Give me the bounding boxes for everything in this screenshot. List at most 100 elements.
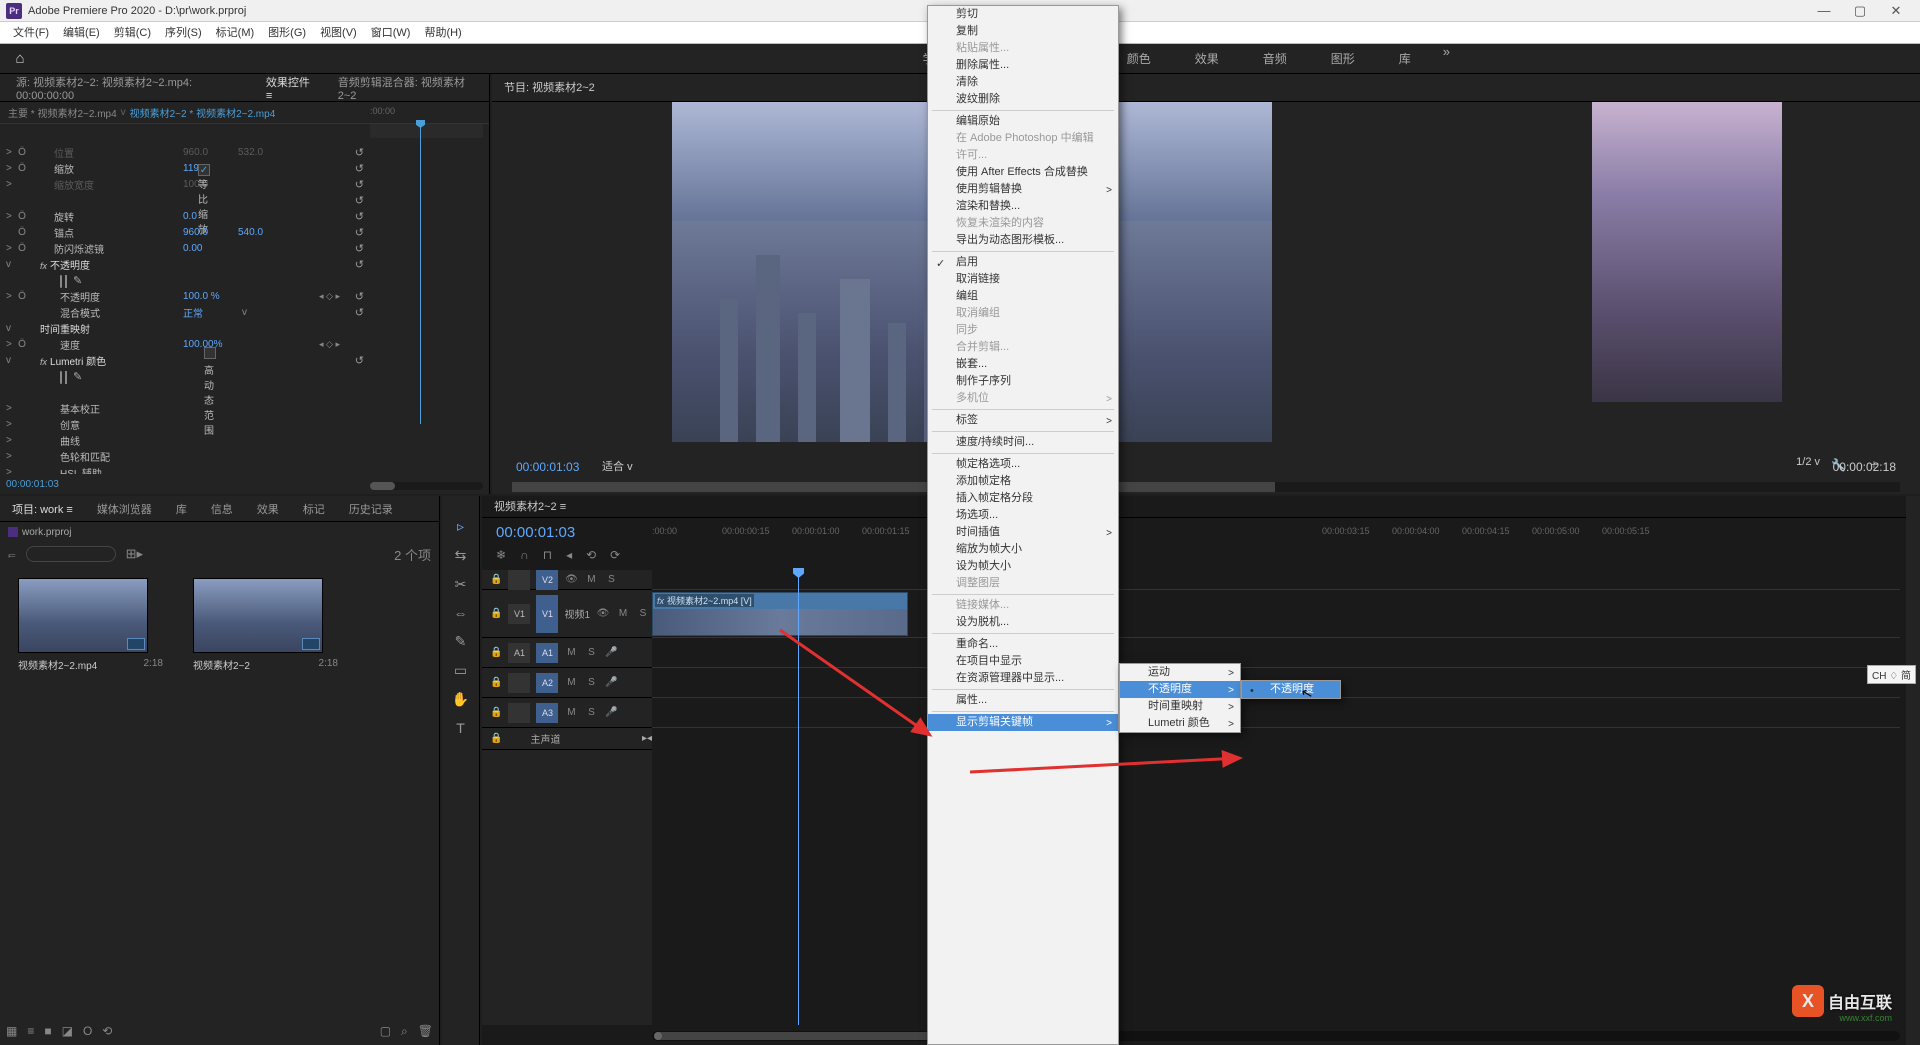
property-row[interactable]: >Ö防闪烁滤镜0.00↺ bbox=[0, 240, 370, 256]
effect-controls-properties[interactable]: >Ö位置960.0532.0↺>Ö缩放119.0↺> 缩放宽度100.0↺ 等比… bbox=[0, 144, 370, 474]
menu-item[interactable]: 属性... bbox=[928, 692, 1118, 709]
menu-item[interactable]: 导出为动态图形模板... bbox=[928, 232, 1118, 249]
menu-item[interactable]: 时间重映射> bbox=[1120, 698, 1240, 715]
project-tab[interactable]: 效果 bbox=[245, 501, 291, 517]
timeline-timecode[interactable]: 00:00:01:03 bbox=[496, 524, 575, 541]
close-button[interactable]: ✕ bbox=[1878, 0, 1914, 22]
context-menu[interactable]: 剪切复制粘贴属性...删除属性...清除波纹删除编辑原始在 Adobe Phot… bbox=[927, 5, 1119, 1045]
menu-item[interactable]: 序列(S) bbox=[158, 22, 209, 44]
menu-item[interactable]: 窗口(W) bbox=[364, 22, 418, 44]
footer-icon[interactable]: ⟲ bbox=[102, 1024, 112, 1038]
timeline-clip[interactable]: 视频素材2~2.mp4 [V] bbox=[652, 592, 908, 636]
menu-item[interactable]: 嵌套... bbox=[928, 356, 1118, 373]
video-track-header[interactable]: 🔒V2👁MS bbox=[482, 570, 652, 590]
ime-indicator[interactable]: CH ♢ 简 bbox=[1867, 665, 1916, 684]
master-track[interactable]: 🔒主声道▸◂ bbox=[482, 728, 652, 750]
filter-icon[interactable]: ⫭ bbox=[8, 546, 16, 562]
menu-item[interactable]: 在项目中显示 bbox=[928, 653, 1118, 670]
menu-item[interactable]: 标记(M) bbox=[209, 22, 262, 44]
workspace-overflow[interactable]: » bbox=[1433, 44, 1460, 74]
ec-timecode[interactable]: 00:00:01:03 bbox=[6, 479, 59, 490]
search-input[interactable] bbox=[26, 546, 116, 562]
property-row[interactable]: v 不透明度↺ bbox=[0, 256, 370, 272]
property-row[interactable]: v 时间重映射 bbox=[0, 320, 370, 336]
menu-item[interactable]: 复制 bbox=[928, 23, 1118, 40]
menu-item[interactable]: 速度/持续时间... bbox=[928, 434, 1118, 451]
ec-playhead[interactable] bbox=[420, 124, 428, 424]
property-row[interactable] bbox=[0, 272, 370, 288]
tl-tool-icon[interactable]: ⊓ bbox=[543, 548, 552, 562]
maximize-button[interactable]: ▢ bbox=[1842, 0, 1878, 22]
effect-controls-tabs[interactable]: 源: 视频素材2~2: 视频素材2~2.mp4: 00:00:00:00效果控件… bbox=[0, 74, 489, 102]
property-row[interactable]: >Ö位置960.0532.0↺ bbox=[0, 144, 370, 160]
menu-item[interactable]: Lumetri 颜色> bbox=[1120, 715, 1240, 732]
menu-item[interactable]: 编辑(E) bbox=[56, 22, 107, 44]
context-submenu-keyframes[interactable]: 运动>不透明度>时间重映射>Lumetri 颜色> bbox=[1119, 663, 1241, 733]
tl-tool-icon[interactable]: ❄ bbox=[496, 548, 506, 562]
property-row[interactable]: > 曲线 bbox=[0, 432, 370, 448]
menu-item[interactable]: 编组 bbox=[928, 288, 1118, 305]
menu-item[interactable]: 取消链接 bbox=[928, 271, 1118, 288]
menu-item[interactable]: 缩放为帧大小 bbox=[928, 541, 1118, 558]
bin-item[interactable]: 视频素材2~2.mp42:18 bbox=[18, 578, 163, 669]
footer-icon[interactable]: ◪ bbox=[62, 1024, 73, 1038]
minimize-button[interactable]: — bbox=[1806, 0, 1842, 22]
audio-track-header[interactable]: 🔒A1A1MS🎤 bbox=[482, 638, 652, 668]
project-tab[interactable]: 项目: work ≡ bbox=[0, 501, 85, 517]
menu-item[interactable]: 清除 bbox=[928, 74, 1118, 91]
footer-icon[interactable]: O bbox=[83, 1024, 92, 1038]
property-row[interactable]: 等比缩放↺ bbox=[0, 192, 370, 208]
workspace-tab[interactable]: 图形 bbox=[1309, 44, 1377, 74]
menu-item[interactable]: 波纹删除 bbox=[928, 91, 1118, 108]
project-footer[interactable]: ▦≡■◪O⟲▢⌕🗑 bbox=[6, 1021, 433, 1041]
footer-icon[interactable]: ≡ bbox=[27, 1024, 34, 1038]
property-row[interactable]: 高动态范围 bbox=[0, 384, 370, 400]
property-row[interactable]: 混合模式正常v↺ bbox=[0, 304, 370, 320]
tl-tool-icon[interactable]: ◂ bbox=[566, 548, 572, 562]
menu-item[interactable]: 使用 After Effects 合成替换 bbox=[928, 164, 1118, 181]
ec-tab[interactable]: 源: 视频素材2~2: 视频素材2~2.mp4: 00:00:00:00 bbox=[6, 74, 256, 102]
audio-track-header[interactable]: 🔒A3MS🎤 bbox=[482, 698, 652, 728]
menu-item[interactable]: 剪切 bbox=[928, 6, 1118, 23]
video-track-header[interactable]: 🔒V1V1视频1👁MS bbox=[482, 590, 652, 638]
program-scrubber[interactable] bbox=[512, 482, 1900, 492]
project-toolbar[interactable]: ⫭ ⊞▸ 2 个项 bbox=[0, 542, 439, 566]
timeline-ruler[interactable]: :00:0000:00:00:1500:00:01:0000:00:01:150… bbox=[652, 524, 1900, 540]
menu-item[interactable]: 运动> bbox=[1120, 664, 1240, 681]
tl-tool-icon[interactable]: ⟲ bbox=[586, 548, 596, 562]
footer-icon[interactable]: 🗑 bbox=[418, 1024, 433, 1038]
timeline-playhead[interactable] bbox=[798, 570, 799, 1025]
menu-item[interactable]: 剪辑(C) bbox=[107, 22, 158, 44]
property-row[interactable]: > HSL 辅助 bbox=[0, 464, 370, 474]
menu-item[interactable]: 渲染和替换... bbox=[928, 198, 1118, 215]
program-scale-dropdown[interactable]: 1/2 v bbox=[1796, 456, 1820, 468]
tool-button[interactable]: ⇔ bbox=[454, 605, 468, 621]
tool-button[interactable]: ✋ bbox=[452, 691, 469, 708]
workspace-tab[interactable]: 音频 bbox=[1241, 44, 1309, 74]
workspace-tab[interactable]: 库 bbox=[1377, 44, 1433, 74]
project-tab[interactable]: 库 bbox=[164, 501, 199, 517]
program-fit-dropdown[interactable]: 适合 v bbox=[602, 458, 633, 474]
menu-item[interactable]: 编辑原始 bbox=[928, 113, 1118, 130]
menu-item[interactable]: 插入帧定格分段 bbox=[928, 490, 1118, 507]
project-tab[interactable]: 媒体浏览器 bbox=[85, 501, 164, 517]
menu-item[interactable]: 不透明度> bbox=[1120, 681, 1240, 698]
menu-item[interactable]: 视图(V) bbox=[313, 22, 364, 44]
track-headers[interactable]: 🔒V2👁MS🔒V1V1视频1👁MS🔒A1A1MS🎤🔒A2MS🎤🔒A3MS🎤🔒主声… bbox=[482, 570, 652, 1025]
menu-item[interactable]: 在资源管理器中显示... bbox=[928, 670, 1118, 687]
menu-item[interactable]: 重命名... bbox=[928, 636, 1118, 653]
menu-item[interactable]: 删除属性... bbox=[928, 57, 1118, 74]
property-row[interactable]: >Ö旋转0.0↺ bbox=[0, 208, 370, 224]
menu-item[interactable]: 场选项... bbox=[928, 507, 1118, 524]
home-icon[interactable]: ⌂ bbox=[0, 44, 40, 74]
footer-icon[interactable]: ⌕ bbox=[401, 1024, 408, 1039]
menu-item[interactable]: 帧定格选项... bbox=[928, 456, 1118, 473]
footer-icon[interactable]: ▢ bbox=[380, 1024, 391, 1038]
menu-item[interactable]: ✓启用 bbox=[928, 254, 1118, 271]
context-submenu-opacity[interactable]: •不透明度 bbox=[1241, 680, 1341, 699]
bin-item[interactable]: 视频素材2~22:18 bbox=[193, 578, 338, 669]
property-row[interactable]: Ö锚点960.0540.0↺ bbox=[0, 224, 370, 240]
tool-button[interactable]: ⇆ bbox=[455, 547, 467, 564]
audio-track-header[interactable]: 🔒A2MS🎤 bbox=[482, 668, 652, 698]
tool-button[interactable]: ▹ bbox=[457, 518, 464, 535]
